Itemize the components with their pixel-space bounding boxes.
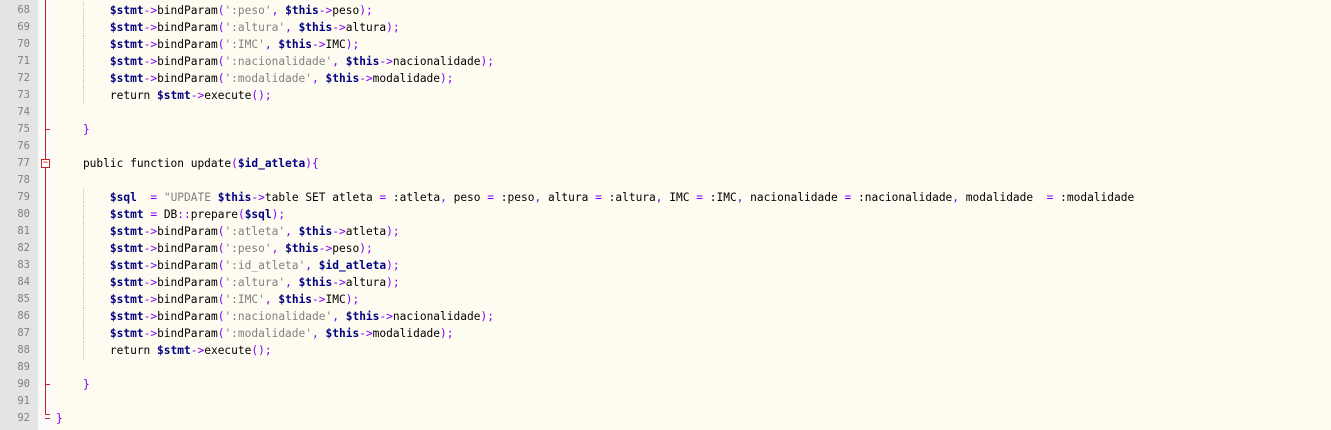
line-number: 79 <box>17 191 30 203</box>
code-line[interactable]: 68 $stmt->bindParam(':peso', $this->peso… <box>0 2 1331 19</box>
code-text[interactable]: $stmt->bindParam(':id_atleta', $id_atlet… <box>56 257 400 274</box>
code-text[interactable]: $stmt->bindParam(':IMC', $this->IMC); <box>56 36 359 53</box>
code-text[interactable]: $stmt->bindParam(':altura', $this->altur… <box>56 274 400 291</box>
indent-guide <box>82 342 84 359</box>
indent-guide <box>82 308 84 325</box>
indent-guide <box>82 70 84 87</box>
indent-guide <box>82 36 84 53</box>
code-line[interactable]: 87 $stmt->bindParam(':modalidade', $this… <box>0 325 1331 342</box>
line-number: 84 <box>17 276 30 288</box>
code-line[interactable]: 79 $sql = "UPDATE $this->table SET atlet… <box>0 189 1331 206</box>
line-number: 70 <box>17 38 30 50</box>
code-line[interactable]: 74 <box>0 104 1331 121</box>
code-line[interactable]: 81 $stmt->bindParam(':atleta', $this->at… <box>0 223 1331 240</box>
code-text[interactable]: $stmt = DB::prepare($sql); <box>56 206 285 223</box>
code-line[interactable]: 83 $stmt->bindParam(':id_atleta', $id_at… <box>0 257 1331 274</box>
code-line[interactable]: 72 $stmt->bindParam(':modalidade', $this… <box>0 70 1331 87</box>
indent-guide <box>82 189 84 206</box>
code-line[interactable]: 92} <box>0 410 1331 427</box>
code-line[interactable]: 84 $stmt->bindParam(':altura', $this->al… <box>0 274 1331 291</box>
indent-guide <box>82 19 84 36</box>
code-editor[interactable]: 68 $stmt->bindParam(':peso', $this->peso… <box>0 0 1331 430</box>
line-number: 85 <box>17 293 30 305</box>
line-number: 72 <box>17 72 30 84</box>
line-number: 75 <box>17 123 30 135</box>
code-line[interactable]: 82 $stmt->bindParam(':peso', $this->peso… <box>0 240 1331 257</box>
code-line[interactable]: 91 <box>0 393 1331 410</box>
fold-tick <box>45 129 50 130</box>
indent-guide <box>82 87 84 104</box>
indent-guide <box>82 257 84 274</box>
code-line[interactable]: 89 <box>0 359 1331 376</box>
line-number: 78 <box>17 174 30 186</box>
line-number: 74 <box>17 106 30 118</box>
code-text[interactable]: $sql = "UPDATE $this->table SET atleta =… <box>56 189 1134 206</box>
line-number: 87 <box>17 327 30 339</box>
code-line[interactable]: 80 $stmt = DB::prepare($sql); <box>0 206 1331 223</box>
line-number: 76 <box>17 140 30 152</box>
code-text[interactable]: $stmt->bindParam(':modalidade', $this->m… <box>56 70 454 87</box>
line-number: 80 <box>17 208 30 220</box>
line-number: 73 <box>17 89 30 101</box>
code-text[interactable]: $stmt->bindParam(':nacionalidade', $this… <box>56 53 494 70</box>
indent-guide <box>82 53 84 70</box>
indent-guide <box>82 240 84 257</box>
line-number: 90 <box>17 378 30 390</box>
code-text[interactable]: $stmt->bindParam(':peso', $this->peso); <box>56 2 373 19</box>
line-number: 68 <box>17 4 30 16</box>
code-line[interactable]: 76 <box>0 138 1331 155</box>
indent-guide <box>82 206 84 223</box>
code-line[interactable]: 73 return $stmt->execute(); <box>0 87 1331 104</box>
code-text[interactable]: $stmt->bindParam(':nacionalidade', $this… <box>56 308 494 325</box>
code-line[interactable]: 69 $stmt->bindParam(':altura', $this->al… <box>0 19 1331 36</box>
line-number: 82 <box>17 242 30 254</box>
code-line[interactable]: 90 } <box>0 376 1331 393</box>
line-number: 81 <box>17 225 30 237</box>
code-text[interactable]: $stmt->bindParam(':IMC', $this->IMC); <box>56 291 359 308</box>
code-text[interactable]: return $stmt->execute(); <box>56 342 272 359</box>
code-line[interactable]: 86 $stmt->bindParam(':nacionalidade', $t… <box>0 308 1331 325</box>
code-text[interactable]: $stmt->bindParam(':peso', $this->peso); <box>56 240 373 257</box>
line-number: 86 <box>17 310 30 322</box>
code-line[interactable]: 75 } <box>0 121 1331 138</box>
code-line[interactable]: 77 public function update($id_atleta){ <box>0 155 1331 172</box>
fold-toggle-icon[interactable]: − <box>41 159 50 168</box>
fold-tick <box>45 418 50 419</box>
code-text[interactable]: public function update($id_atleta){ <box>56 155 319 172</box>
line-number: 91 <box>17 395 30 407</box>
code-line[interactable]: 70 $stmt->bindParam(':IMC', $this->IMC); <box>0 36 1331 53</box>
code-text[interactable]: } <box>56 410 63 427</box>
code-line[interactable]: 71 $stmt->bindParam(':nacionalidade', $t… <box>0 53 1331 70</box>
line-number: 88 <box>17 344 30 356</box>
line-number: 71 <box>17 55 30 67</box>
code-text[interactable]: } <box>56 376 90 393</box>
line-number: 77 <box>17 157 30 169</box>
line-number: 69 <box>17 21 30 33</box>
indent-guide <box>82 223 84 240</box>
code-text[interactable]: } <box>56 121 90 138</box>
line-number: 83 <box>17 259 30 271</box>
line-number: 89 <box>17 361 30 373</box>
code-text[interactable]: return $stmt->execute(); <box>56 87 272 104</box>
code-text[interactable]: $stmt->bindParam(':atleta', $this->atlet… <box>56 223 400 240</box>
indent-guide <box>82 274 84 291</box>
indent-guide <box>82 325 84 342</box>
line-number: 92 <box>17 412 30 424</box>
indent-guide <box>82 291 84 308</box>
code-line[interactable]: 78 <box>0 172 1331 189</box>
fold-tick <box>45 384 50 385</box>
indent-guide <box>82 2 84 19</box>
code-line[interactable]: 88 return $stmt->execute(); <box>0 342 1331 359</box>
code-text[interactable]: $stmt->bindParam(':altura', $this->altur… <box>56 19 400 36</box>
code-text[interactable]: $stmt->bindParam(':modalidade', $this->m… <box>56 325 454 342</box>
code-line[interactable]: 85 $stmt->bindParam(':IMC', $this->IMC); <box>0 291 1331 308</box>
